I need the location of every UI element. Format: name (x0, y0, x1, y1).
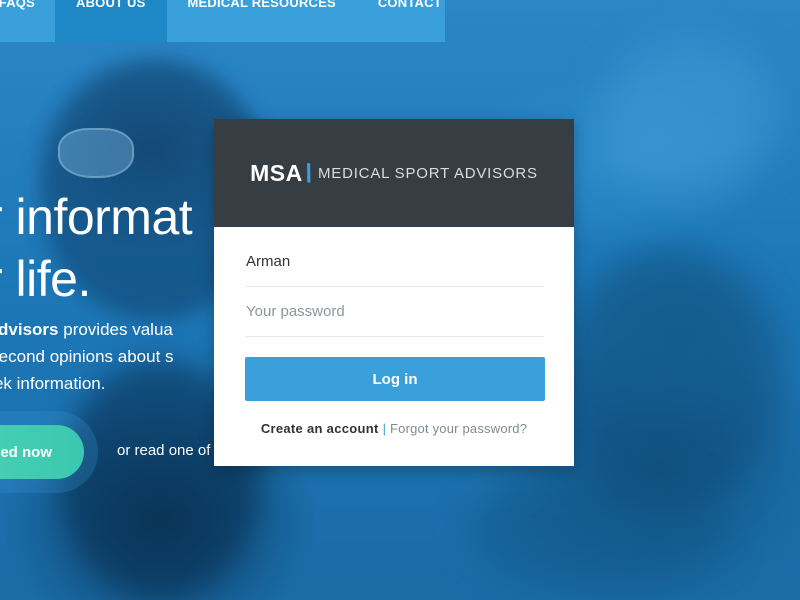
nav-label: FAQs (0, 0, 35, 10)
hero-intro: t Advisors provides valua d second opini… (0, 316, 216, 397)
nav-label: Contact (377, 0, 442, 10)
brand-slash-icon: \ (302, 157, 315, 188)
brand-name: Medical Sport Advisors (317, 164, 538, 182)
intro-line-3: seek information. (0, 374, 106, 393)
nav-label: Medical Resources (187, 0, 336, 10)
or-read-text: or read one of (117, 442, 211, 459)
nav-item-contact[interactable]: Contact (357, 0, 463, 42)
cta-label: ed now (0, 443, 52, 461)
login-button[interactable]: Log in (245, 357, 545, 401)
brand-mark: MSA (250, 159, 303, 186)
link-separator: | (382, 421, 387, 436)
login-card: MSA \ Medical Sport Advisors Log in Crea… (214, 119, 574, 466)
password-input[interactable] (245, 287, 544, 336)
username-input[interactable] (245, 237, 544, 286)
helmet-logo-image (58, 128, 134, 178)
password-field (245, 287, 544, 337)
intro-line-2: d second opinions about s (0, 347, 174, 366)
nav-label: About Us (76, 0, 146, 10)
msa-logo: MSA \ Medical Sport Advisors (250, 158, 538, 189)
get-started-button[interactable]: ed now (0, 425, 84, 479)
headline-line-2: r life. (0, 251, 91, 307)
forgot-password-link[interactable]: Forgot your password? (390, 421, 527, 436)
intro-line-1: t Advisors provides valua (0, 316, 216, 343)
headline-line-1: r informat (0, 189, 193, 245)
account-links: Create an account | Forgot your password? (214, 421, 574, 436)
top-navigation: FAQs About Us Medical Resources Contact (0, 0, 445, 42)
nav-item-faqs[interactable]: FAQs (0, 0, 55, 42)
intro-bold: t Advisors (0, 320, 59, 339)
hero-headline: r informat r life. (0, 186, 246, 310)
login-card-header: MSA \ Medical Sport Advisors (214, 119, 574, 227)
nav-item-medical-resources[interactable]: Medical Resources (167, 0, 357, 42)
nav-item-about-us[interactable]: About Us (55, 0, 167, 42)
intro-rest: provides valua (58, 320, 173, 339)
create-account-link[interactable]: Create an account (261, 421, 379, 436)
username-field (245, 237, 544, 287)
